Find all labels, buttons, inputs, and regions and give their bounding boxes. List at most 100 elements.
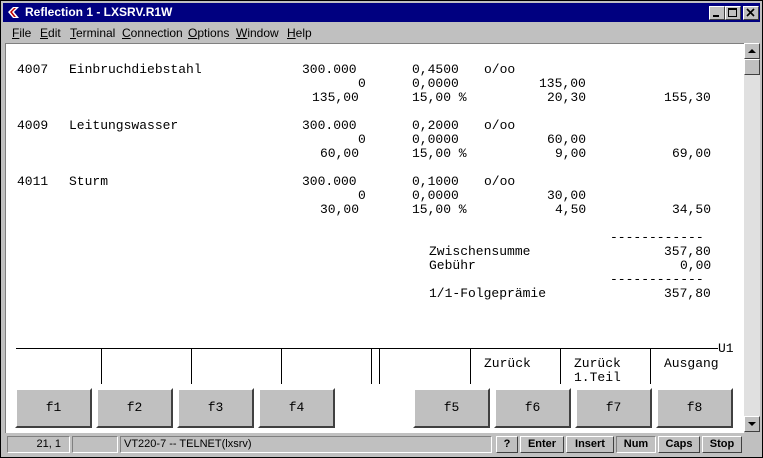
value: 20,30 xyxy=(547,90,587,105)
softkey-label-f7-line2: 1.Teil xyxy=(574,370,621,385)
help-button[interactable]: ? xyxy=(496,436,518,453)
connection-info: VT220-7 -- TELNET(lxsrv) xyxy=(120,436,492,453)
total: 69,00 xyxy=(672,146,712,161)
menu-edit[interactable]: Edit xyxy=(40,26,61,40)
coverage-name: Einbruchdiebstahl xyxy=(69,62,202,77)
minimize-icon xyxy=(713,15,719,17)
stop-button[interactable]: Stop xyxy=(702,436,742,453)
maximize-icon xyxy=(728,8,737,17)
scroll-down-button[interactable] xyxy=(744,416,760,432)
subtotal-label: Zwischensumme xyxy=(429,244,531,259)
subtotal-value: 357,80 xyxy=(664,244,711,259)
value: 30,00 xyxy=(547,188,587,203)
minimize-button[interactable] xyxy=(709,6,725,20)
maximize-button[interactable] xyxy=(725,6,741,20)
softkey-divider xyxy=(379,349,380,384)
f1-key-button[interactable]: f1 xyxy=(15,388,92,428)
value: 135,00 xyxy=(539,76,586,91)
softkey-divider xyxy=(281,349,282,384)
f5-key-button[interactable]: f5 xyxy=(413,388,490,428)
f4-key-button[interactable]: f4 xyxy=(258,388,335,428)
rate: 0,1000 xyxy=(412,174,459,189)
f3-key-button[interactable]: f3 xyxy=(177,388,254,428)
rate-unit: o/oo xyxy=(484,118,516,133)
close-button[interactable] xyxy=(743,6,759,20)
status-empty-panel xyxy=(72,436,118,453)
value: 60,00 xyxy=(547,132,587,147)
softkey-label-f6: Zurück xyxy=(484,356,531,371)
softkey-divider xyxy=(371,349,372,384)
premium-label: 1/1-Folgeprämie xyxy=(429,286,547,301)
sum-insured: 300.000 xyxy=(302,62,357,77)
value: 0 xyxy=(358,132,366,147)
menu-window[interactable]: Window xyxy=(236,26,279,40)
insert-button[interactable]: Insert xyxy=(566,436,614,453)
softkey-divider xyxy=(560,349,561,384)
tax-percent: 15,00 % xyxy=(412,90,467,105)
sum-insured: 300.000 xyxy=(302,118,357,133)
enter-button[interactable]: Enter xyxy=(520,436,564,453)
tax-percent: 15,00 % xyxy=(412,146,467,161)
coverage-code: 4007 xyxy=(17,62,49,77)
fee-value: 0,00 xyxy=(680,258,712,273)
cursor-position: 21, 1 xyxy=(7,436,70,453)
f8-key-button[interactable]: f8 xyxy=(656,388,733,428)
value: 0,0000 xyxy=(412,188,459,203)
title-bar[interactable]: Reflection 1 - LXSRV.R1W xyxy=(3,3,760,22)
terminal-screen[interactable]: 4007 Einbruchdiebstahl 300.000 0,4500 o/… xyxy=(5,43,744,433)
coverage-name: Leitungswasser xyxy=(69,118,179,133)
num-lock-indicator: Num xyxy=(616,436,656,453)
menu-help[interactable]: Help xyxy=(287,26,312,40)
softkey-divider xyxy=(470,349,471,384)
value: 9,00 xyxy=(555,146,587,161)
value: 0 xyxy=(358,188,366,203)
menu-terminal[interactable]: Terminal xyxy=(70,26,115,40)
total: 34,50 xyxy=(672,202,712,217)
value: 4,50 xyxy=(555,202,587,217)
softkey-divider xyxy=(101,349,102,384)
sum-insured: 300.000 xyxy=(302,174,357,189)
coverage-name: Sturm xyxy=(69,174,109,189)
tax-percent: 15,00 % xyxy=(412,202,467,217)
status-bar: 21, 1 VT220-7 -- TELNET(lxsrv) ? Enter I… xyxy=(3,435,760,455)
coverage-code: 4011 xyxy=(17,174,49,189)
value: 135,00 xyxy=(312,90,359,105)
arrow-up-icon xyxy=(748,49,756,53)
softkey-divider xyxy=(650,349,651,384)
total: 155,30 xyxy=(664,90,711,105)
screen-id: U1 xyxy=(718,341,734,356)
value: 60,00 xyxy=(320,146,360,161)
fee-label: Gebühr xyxy=(429,258,476,273)
scroll-up-button[interactable] xyxy=(744,43,760,59)
softkey-strip-line xyxy=(16,348,718,349)
arrow-down-icon xyxy=(748,422,756,426)
menu-file[interactable]: File xyxy=(12,26,31,40)
rate-unit: o/oo xyxy=(484,174,516,189)
separator-line: ------------ xyxy=(610,272,704,287)
f7-key-button[interactable]: f7 xyxy=(575,388,652,428)
premium-value: 357,80 xyxy=(664,286,711,301)
softkey-divider xyxy=(191,349,192,384)
rate-unit: o/oo xyxy=(484,62,516,77)
value: 30,00 xyxy=(320,202,360,217)
reflection-window: Reflection 1 - LXSRV.R1W File Edit Termi… xyxy=(0,0,763,458)
caps-button[interactable]: Caps xyxy=(658,436,700,453)
coverage-code: 4009 xyxy=(17,118,49,133)
scroll-thumb[interactable] xyxy=(744,59,760,75)
value: 0,0000 xyxy=(412,76,459,91)
softkey-label-f7: Zurück xyxy=(574,356,621,371)
rate: 0,4500 xyxy=(412,62,459,77)
close-icon xyxy=(746,8,755,17)
window-title: Reflection 1 - LXSRV.R1W xyxy=(25,5,173,19)
value: 0,0000 xyxy=(412,132,459,147)
f2-key-button[interactable]: f2 xyxy=(96,388,173,428)
menu-bar: File Edit Terminal Connection Options Wi… xyxy=(3,23,760,42)
rate: 0,2000 xyxy=(412,118,459,133)
vertical-scrollbar[interactable] xyxy=(744,43,760,432)
separator-line: ------------ xyxy=(610,230,704,245)
menu-connection[interactable]: Connection xyxy=(122,26,183,40)
softkey-label-f8: Ausgang xyxy=(664,356,719,371)
menu-options[interactable]: Options xyxy=(188,26,229,40)
reflection-app-icon[interactable] xyxy=(7,6,20,19)
f6-key-button[interactable]: f6 xyxy=(494,388,571,428)
